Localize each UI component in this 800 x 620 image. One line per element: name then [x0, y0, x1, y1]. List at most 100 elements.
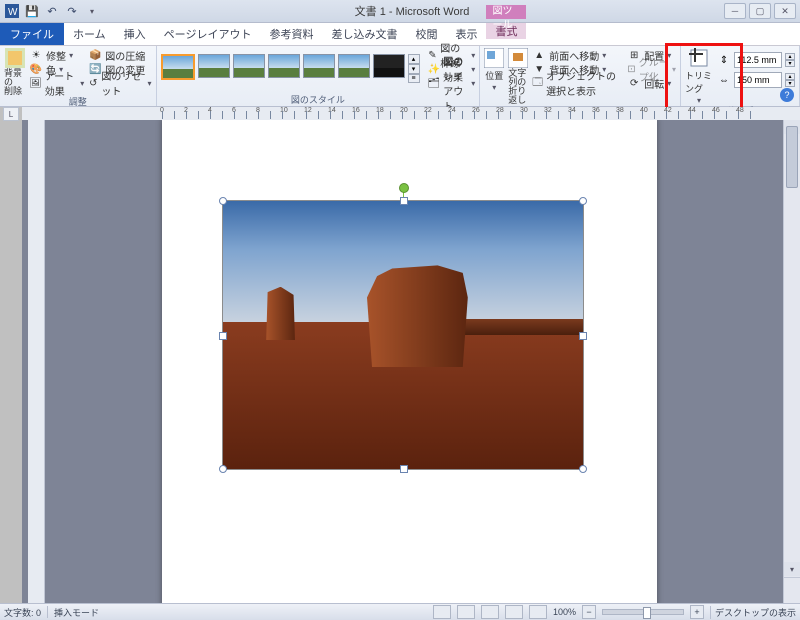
tab-references[interactable]: 参考資料: [260, 23, 322, 45]
width-input[interactable]: 150 mm: [734, 72, 782, 88]
qat-customize-icon[interactable]: ▾: [84, 3, 100, 19]
width-field[interactable]: ⇔ 150 mm ▴▾: [717, 72, 795, 88]
picture-content: [223, 201, 583, 469]
group-arrange: 位置▾ 文字列の 折り返し▾ ▲前面へ移動▾ ▼背面へ移動▾ 🗔オブジェクトの選…: [480, 46, 681, 106]
group-picture-styles: ▴ ▾ ≡ ✎図の枠線▾ ✨図の効果▾ 🗂図のレイアウト▾ 図のスタイル: [157, 46, 481, 106]
selection-pane-button[interactable]: 🗔オブジェクトの選択と表示: [532, 76, 623, 90]
resize-handle-tl[interactable]: [219, 197, 227, 205]
change-icon: 🔄: [88, 62, 102, 76]
view-print-layout[interactable]: [433, 605, 451, 619]
width-icon: ⇔: [717, 73, 731, 87]
corrections-icon: ☀: [29, 48, 43, 62]
zoom-in-button[interactable]: +: [690, 605, 704, 619]
scroll-thumb[interactable]: [786, 126, 798, 188]
status-separator: [47, 606, 48, 618]
close-button[interactable]: ✕: [774, 3, 796, 19]
reset-picture-button[interactable]: ↺図のリセット▾: [88, 76, 151, 90]
tab-page-layout[interactable]: ページレイアウト: [155, 23, 261, 45]
remove-background-label: 背景の 削除: [4, 69, 25, 96]
selection-icon: 🗔: [532, 76, 543, 90]
document-page[interactable]: [162, 120, 657, 604]
minimize-button[interactable]: ─: [724, 3, 746, 19]
rotation-handle[interactable]: [399, 183, 409, 193]
bring-forward-button[interactable]: ▲前面へ移動▾: [532, 48, 623, 62]
ruler-toggle[interactable]: L: [3, 107, 19, 121]
window-controls: ─ ▢ ✕: [724, 3, 796, 19]
view-outline[interactable]: [505, 605, 523, 619]
undo-icon[interactable]: ↶: [44, 3, 60, 19]
group-styles-label: 図のスタイル: [161, 94, 476, 106]
style-thumb-1[interactable]: [161, 54, 195, 80]
compress-icon: 📦: [88, 48, 102, 62]
insert-mode[interactable]: 挿入モード: [54, 606, 99, 619]
style-gallery[interactable]: ▴ ▾ ≡: [161, 54, 420, 83]
redo-icon[interactable]: ↷: [64, 3, 80, 19]
compress-button[interactable]: 📦図の圧縮: [88, 48, 151, 62]
group-button: ⊡グループ化▾: [627, 62, 676, 76]
resize-handle-tm[interactable]: [400, 197, 408, 205]
vertical-scrollbar[interactable]: ▴ ▾: [783, 120, 800, 604]
resize-handle-bl[interactable]: [219, 465, 227, 473]
resize-handle-bm[interactable]: [400, 465, 408, 473]
word-count[interactable]: 文字数: 0: [4, 606, 41, 619]
resize-handle-br[interactable]: [579, 465, 587, 473]
word-app-icon[interactable]: W: [4, 3, 20, 19]
maximize-button[interactable]: ▢: [749, 3, 771, 19]
forward-icon: ▲: [532, 48, 546, 62]
view-web-layout[interactable]: [481, 605, 499, 619]
ribbon-tabs: ファイル ホーム 挿入 ページレイアウト 参考資料 差し込み文書 校閲 表示 図…: [0, 23, 800, 46]
browse-object-controls[interactable]: [784, 577, 800, 604]
scroll-down-button[interactable]: ▾: [784, 562, 800, 576]
art-effects-button[interactable]: 🖼アート効果▾: [29, 76, 84, 90]
picture-layout-button[interactable]: 🗂図のレイアウト▾: [428, 76, 476, 90]
resize-handle-lm[interactable]: [219, 332, 227, 340]
window-title: 文書 1 - Microsoft Word: [100, 3, 724, 19]
view-fullscreen-reading[interactable]: [457, 605, 475, 619]
tab-insert[interactable]: 挿入: [115, 23, 155, 45]
remove-background-button[interactable]: 背景の 削除: [4, 48, 25, 96]
style-thumb-5[interactable]: [303, 54, 335, 78]
style-thumb-2[interactable]: [198, 54, 230, 78]
crop-button[interactable]: トリミング▾: [685, 48, 713, 105]
layout-icon: 🗂: [428, 76, 441, 90]
text-wrap-button[interactable]: 文字列の 折り返し▾: [508, 48, 528, 115]
gallery-more-button[interactable]: ▴ ▾ ≡: [408, 54, 420, 83]
border-icon: ✎: [428, 48, 438, 62]
effects-icon: ✨: [428, 62, 440, 76]
height-input[interactable]: 112.5 mm: [734, 52, 782, 68]
group-icon: ⊡: [627, 62, 636, 76]
tab-mailings[interactable]: 差し込み文書: [322, 23, 406, 45]
selected-picture[interactable]: [222, 200, 584, 470]
help-button[interactable]: ?: [780, 88, 794, 102]
zoom-out-button[interactable]: −: [582, 605, 596, 619]
height-spinner[interactable]: ▴▾: [785, 53, 795, 67]
resize-handle-rm[interactable]: [579, 332, 587, 340]
zoom-slider-thumb[interactable]: [643, 607, 651, 619]
position-button[interactable]: 位置▾: [484, 48, 504, 92]
vertical-ruler[interactable]: [28, 120, 45, 604]
desktop-show[interactable]: デスクトップの表示: [710, 606, 796, 619]
zoom-slider[interactable]: [602, 609, 684, 615]
context-tool-label: 図ツール: [486, 5, 526, 19]
view-draft[interactable]: [529, 605, 547, 619]
style-thumb-3[interactable]: [233, 54, 265, 78]
tab-home[interactable]: ホーム: [64, 23, 115, 45]
document-workspace[interactable]: [22, 120, 784, 604]
tab-file[interactable]: ファイル: [0, 23, 64, 45]
style-thumb-4[interactable]: [268, 54, 300, 78]
resize-handle-tr[interactable]: [579, 197, 587, 205]
zoom-value[interactable]: 100%: [553, 607, 576, 617]
status-bar: 文字数: 0 挿入モード 100% − + デスクトップの表示: [0, 603, 800, 620]
style-thumb-6[interactable]: [338, 54, 370, 78]
svg-text:W: W: [8, 7, 18, 18]
quick-access-toolbar: W 💾 ↶ ↷ ▾: [4, 3, 100, 19]
width-spinner[interactable]: ▴▾: [785, 73, 795, 87]
style-thumb-7[interactable]: [373, 54, 405, 78]
reset-icon: ↺: [88, 76, 98, 90]
height-field[interactable]: ⇕ 112.5 mm ▴▾: [717, 52, 795, 68]
art-effects-icon: 🖼: [29, 76, 42, 90]
title-bar: W 💾 ↶ ↷ ▾ 文書 1 - Microsoft Word ─ ▢ ✕: [0, 0, 800, 23]
ribbon: 背景の 削除 ☀修整▾ 🎨色▾ 🖼アート効果▾ 📦図の圧縮 🔄図の変更 ↺図のリ…: [0, 46, 800, 107]
corrections-button[interactable]: ☀修整▾: [29, 48, 84, 62]
save-icon[interactable]: 💾: [24, 3, 40, 19]
